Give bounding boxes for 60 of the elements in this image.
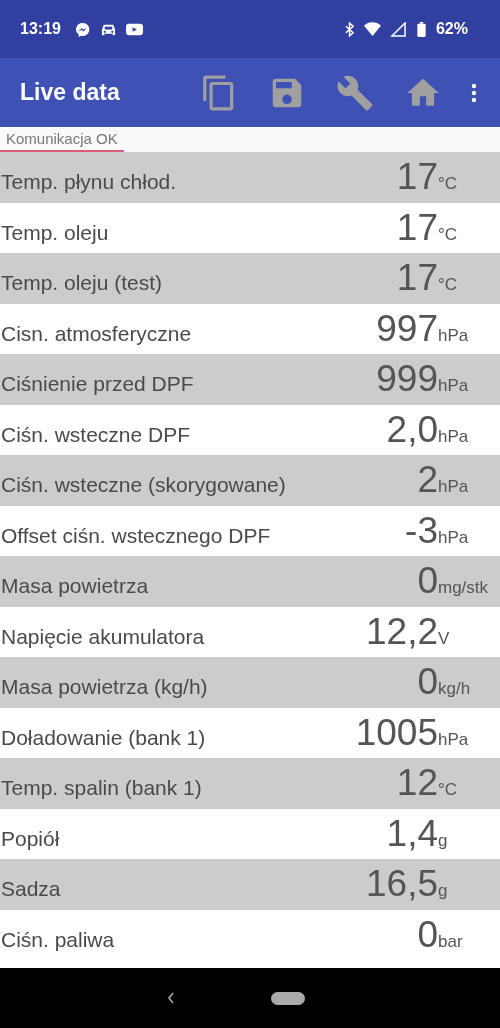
- parameter-name: Ciśn. wsteczne (skorygowane): [0, 473, 287, 497]
- parameter-value: 999: [376, 363, 438, 395]
- unit-label: g: [438, 881, 448, 900]
- parameter-value: 2: [417, 464, 438, 496]
- unit-label: mg/stk: [438, 578, 489, 597]
- parameter-name: Masa powietrza: [0, 574, 150, 598]
- unit-label: hPa: [438, 729, 469, 749]
- messenger-icon: [73, 21, 91, 37]
- unit-label: hPa: [438, 426, 469, 446]
- clock: 13:19: [20, 20, 61, 38]
- unit-label: bar: [438, 931, 463, 951]
- unit-label: g: [438, 830, 448, 850]
- parameter-value: 997: [376, 312, 438, 345]
- parameter-name: Cisn. atmosferyczne: [0, 321, 193, 346]
- unit-label: hPa: [438, 376, 469, 395]
- parameter-value: 1,4: [386, 817, 438, 850]
- screen-title: Live data: [20, 79, 120, 106]
- parameter-value: 0: [417, 565, 438, 597]
- battery-percentage: 62%: [435, 20, 468, 38]
- parameter-value: 16,5: [366, 868, 438, 900]
- parameter-value: 1005: [355, 716, 438, 749]
- parameter-name: Masa powietrza (kg/h): [0, 675, 209, 699]
- parameter-name: Ciśn. wsteczne DPF: [0, 422, 192, 447]
- wrench-icon[interactable]: [336, 73, 374, 112]
- parameter-name: Doładowanie (bank 1): [0, 725, 207, 750]
- unit-label: °C: [438, 224, 458, 244]
- back-icon[interactable]: [165, 990, 176, 1006]
- unit-label: °C: [438, 174, 458, 193]
- video-play-icon: [125, 21, 143, 37]
- parameter-value: 0: [417, 666, 438, 698]
- parameter-name: Temp. płynu chłod.: [0, 170, 178, 194]
- parameter-name: Sadza: [0, 877, 62, 901]
- parameter-value: 12: [396, 767, 438, 799]
- parameter-name: Temp. oleju: [0, 220, 110, 245]
- parameter-name: Ciśnienie przed DPF: [0, 372, 195, 396]
- parameter-name: Popiół: [0, 826, 61, 851]
- parameter-value: 17: [396, 211, 438, 244]
- unit-label: kg/h: [438, 679, 471, 698]
- signal-icon: [389, 21, 407, 37]
- parameter-name: Temp. oleju (test): [0, 271, 164, 295]
- unit-label: hPa: [438, 325, 469, 345]
- unit-label: V: [438, 628, 450, 648]
- unit-label: °C: [438, 780, 458, 799]
- battery-icon: [415, 21, 427, 37]
- parameter-value: 0: [417, 918, 438, 951]
- parameter-value: 12,2: [366, 615, 438, 648]
- parameter-name: Napięcie akumulatora: [0, 624, 206, 649]
- parameter-value: 17: [396, 262, 438, 294]
- unit-label: °C: [438, 275, 458, 294]
- home-handle[interactable]: [270, 991, 305, 1005]
- unit-label: hPa: [438, 527, 469, 547]
- bluetooth-icon: [343, 21, 355, 37]
- parameter-value: -3: [405, 514, 438, 547]
- parameter-name: Offset ciśn. wstecznego DPF: [0, 523, 272, 548]
- parameter-value: 2,0: [386, 413, 438, 446]
- parameter-value: 17: [396, 161, 438, 193]
- unit-label: hPa: [438, 477, 469, 496]
- parameter-name: Temp. spalin (bank 1): [0, 776, 203, 800]
- wifi-icon: [363, 21, 381, 37]
- parameter-name: Ciśn. paliwa: [0, 927, 116, 952]
